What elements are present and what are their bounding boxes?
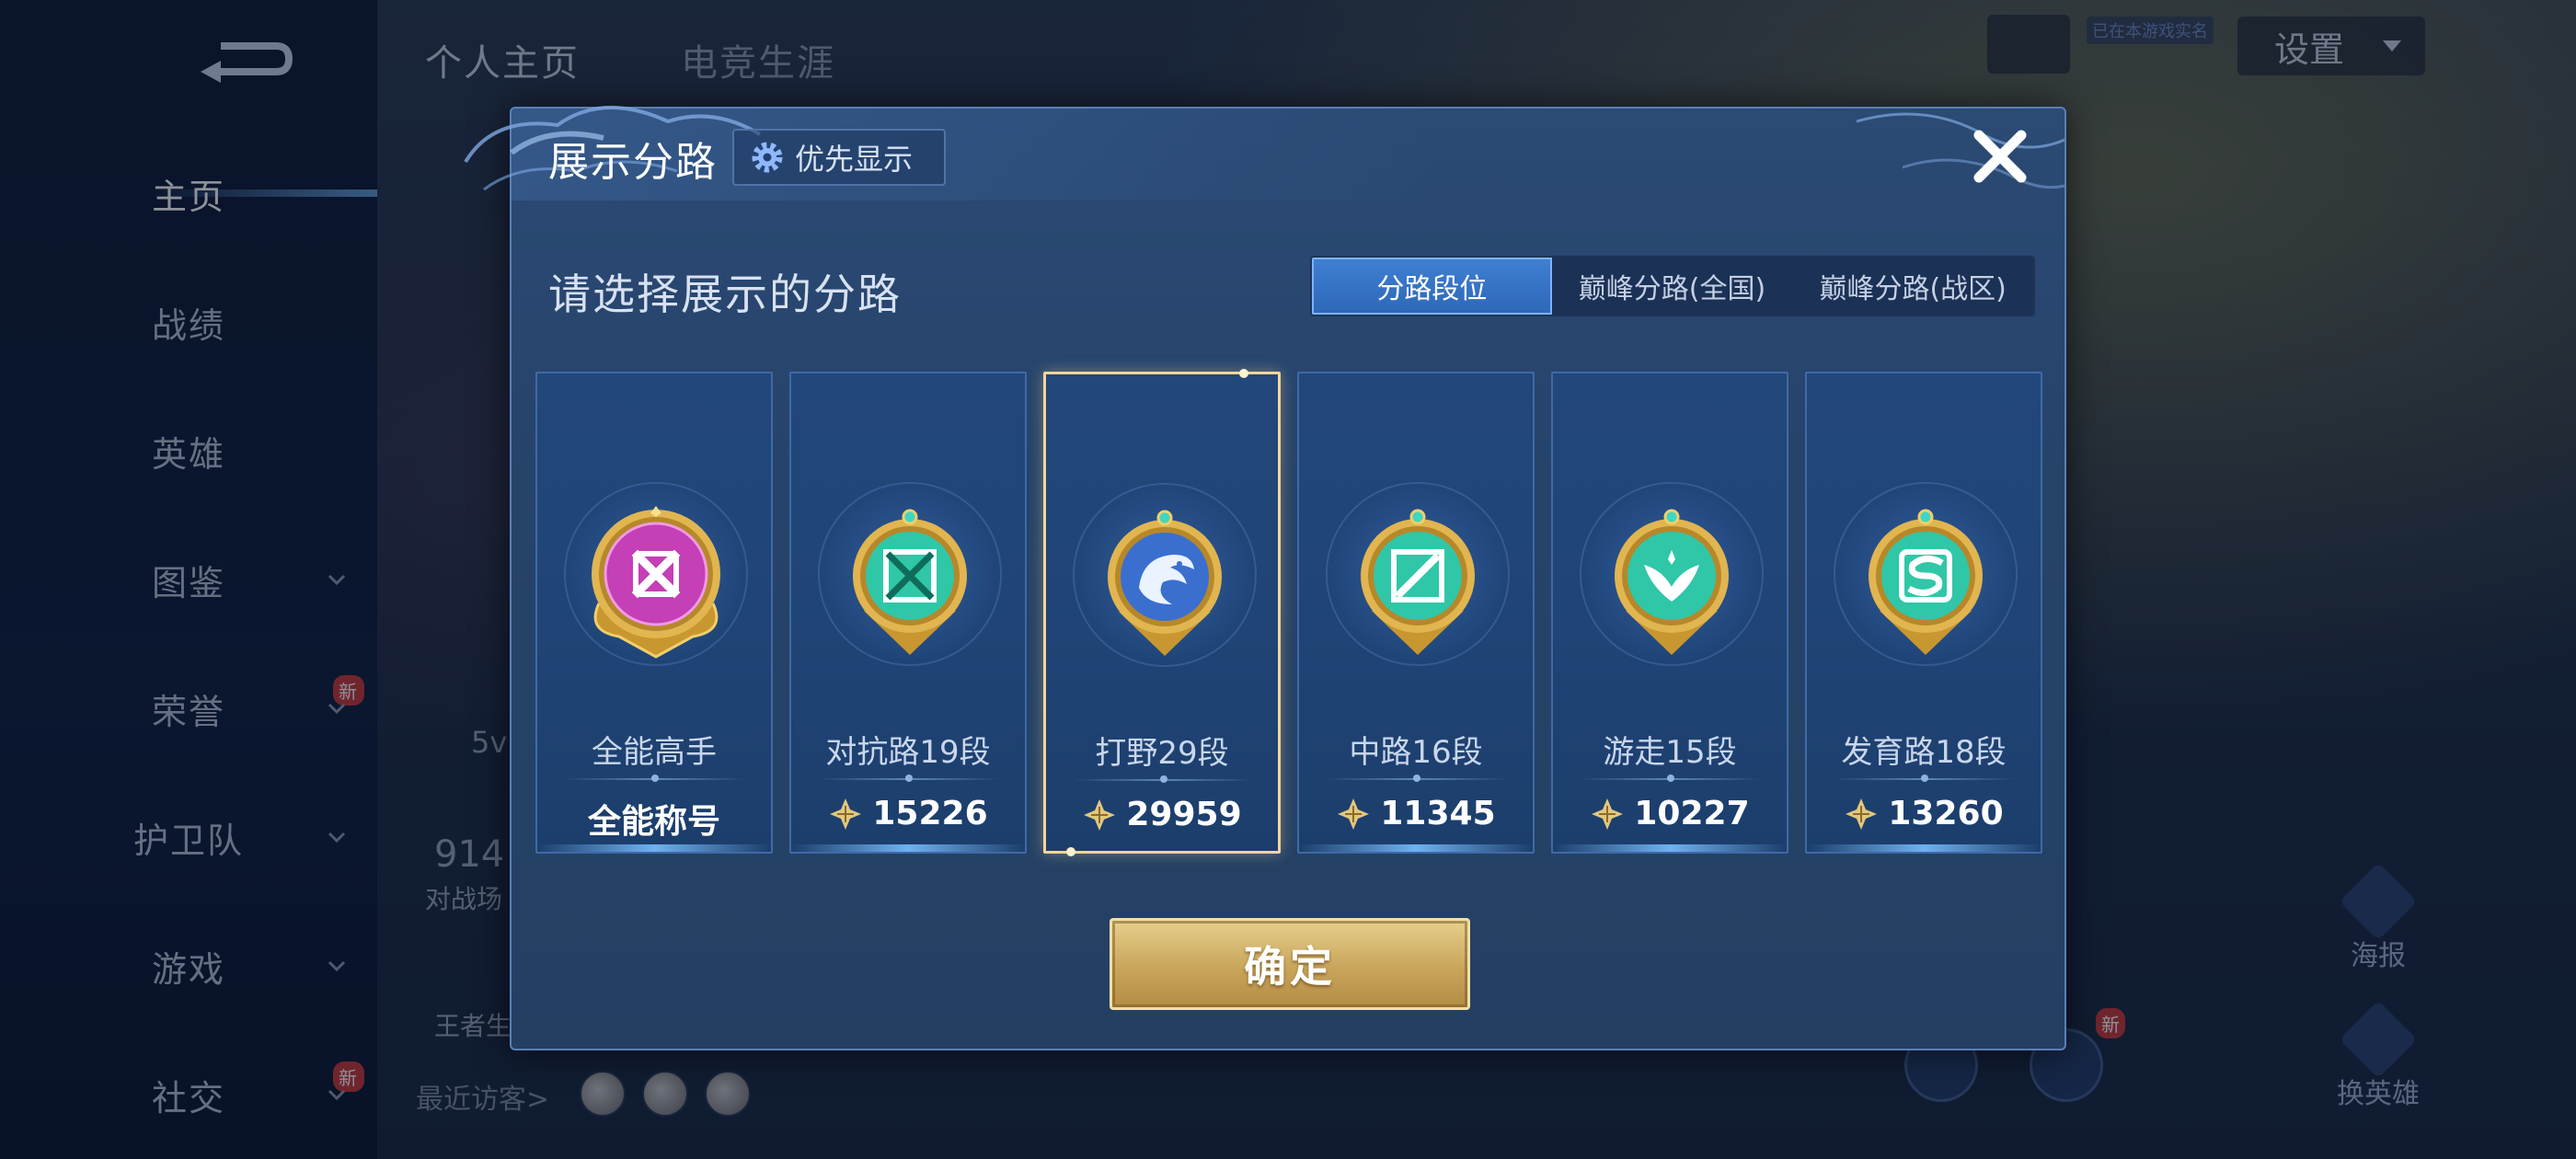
lane-name: 打野29段 — [1095, 735, 1229, 772]
divider — [1834, 775, 2015, 782]
lane-score-value: 10227 — [1634, 795, 1750, 832]
priority-display-label: 优先显示 — [795, 142, 914, 177]
tab-peak-lane-region[interactable]: 巅峰分路(战区) — [1792, 258, 2033, 315]
priority-display-button[interactable]: 优先显示 — [732, 129, 946, 186]
lane-score: 全能称号 — [537, 795, 771, 843]
lane-name: 发育路18段 — [1841, 734, 2007, 771]
divider — [819, 775, 999, 782]
peak-points-icon — [1338, 798, 1370, 830]
section-subtitle: 请选择展示的分路 — [548, 270, 902, 319]
lane-display-dialog: 展示分路 优先显示 请选择展示的分路 分路段位 巅峰分路(全国) 巅峰分路(战区… — [464, 106, 2066, 1050]
lane-score: 29959 — [1046, 796, 1278, 833]
tab-peak-lane-national[interactable]: 巅峰分路(全国) — [1552, 258, 1793, 315]
all-round-emblem-icon — [592, 506, 720, 659]
lane-name: 中路16段 — [1349, 734, 1483, 771]
divider — [565, 775, 745, 782]
lane-type-tabs: 分路段位 巅峰分路(全国) 巅峰分路(战区) — [1310, 256, 2035, 316]
peak-points-icon — [1846, 798, 1878, 830]
lane-score: 15226 — [791, 795, 1025, 832]
card-glow — [1553, 844, 1787, 852]
lane-score: 13260 — [1807, 795, 2041, 832]
divider — [1327, 775, 1507, 782]
dialog-title: 展示分路 — [548, 139, 718, 186]
mid-lane-emblem-icon — [1361, 509, 1475, 655]
card-glow — [1299, 844, 1533, 852]
farm-lane-emblem-icon — [1869, 509, 1983, 655]
divider — [1581, 775, 1761, 782]
clash-lane-emblem-icon — [853, 509, 967, 655]
lane-card-all-round[interactable]: 全能高手 全能称号 — [535, 372, 773, 854]
card-glow — [791, 844, 1025, 852]
peak-points-icon — [1084, 798, 1116, 831]
roam-emblem-icon — [1615, 509, 1729, 655]
lane-score-value: 13260 — [1888, 795, 2004, 832]
jungle-emblem-icon — [1108, 510, 1222, 656]
confirm-button[interactable]: 确定 — [1110, 918, 1470, 1010]
close-button[interactable] — [1965, 121, 2035, 191]
peak-points-icon — [830, 798, 862, 830]
lane-score-value: 11345 — [1380, 795, 1496, 832]
lane-score: 11345 — [1299, 795, 1533, 832]
card-glow — [537, 844, 771, 852]
cloud-ornament-icon — [1856, 112, 2065, 189]
lane-name: 游走15段 — [1603, 734, 1737, 771]
divider — [1074, 775, 1254, 783]
lane-card-mid[interactable]: 中路16段 11345 — [1297, 372, 1535, 854]
lane-name: 全能高手 — [592, 734, 717, 771]
lane-score-value: 全能称号 — [587, 803, 720, 841]
corner-dot — [1066, 847, 1075, 856]
lane-name: 对抗路19段 — [825, 734, 991, 771]
close-icon — [1973, 130, 2027, 183]
peak-points-icon — [1592, 798, 1624, 830]
corner-dot — [1239, 369, 1248, 378]
tab-lane-rank[interactable]: 分路段位 — [1312, 258, 1552, 315]
lane-score-value: 29959 — [1126, 796, 1242, 833]
lane-card-jungle[interactable]: 打野29段 29959 — [1043, 369, 1281, 856]
lane-score: 10227 — [1553, 795, 1787, 832]
gear-icon — [752, 142, 783, 173]
card-glow — [1807, 844, 2041, 852]
lane-score-value: 15226 — [872, 795, 988, 832]
lane-card-clash[interactable]: 对抗路19段 15226 — [789, 372, 1027, 854]
lane-card-roam[interactable]: 游走15段 10227 — [1551, 372, 1788, 854]
lane-card-farm[interactable]: 发育路18段 13260 — [1805, 372, 2042, 854]
